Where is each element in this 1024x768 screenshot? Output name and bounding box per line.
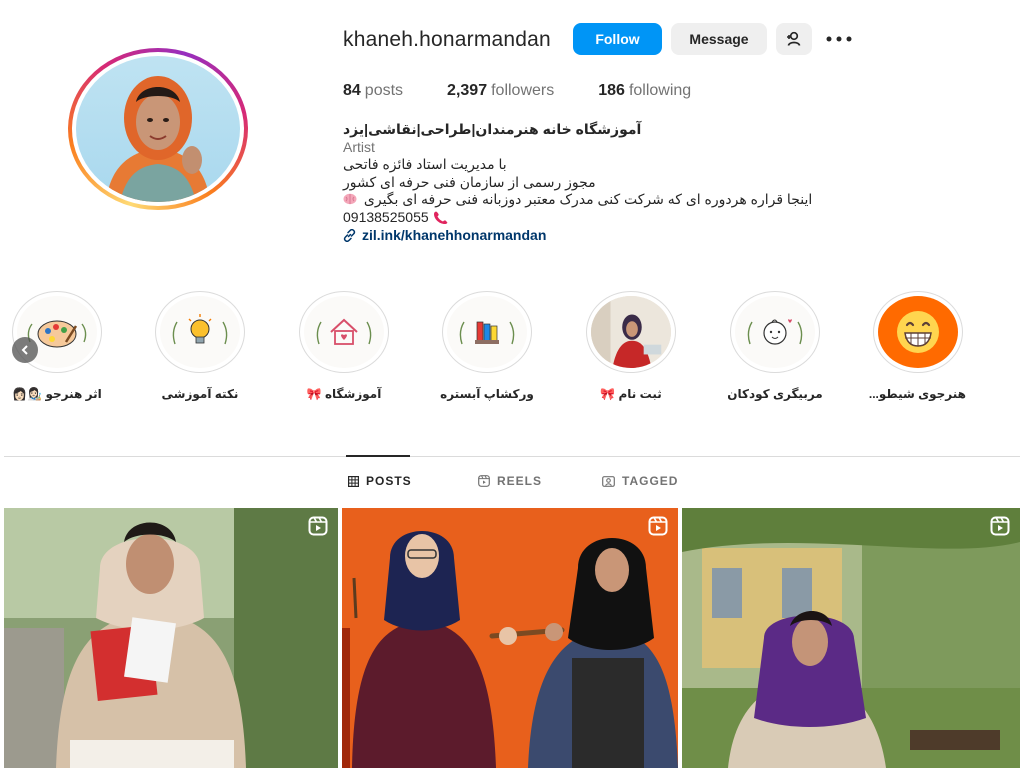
highlights-scroll-left-button[interactable] <box>12 337 38 363</box>
post-image-2 <box>342 508 678 768</box>
highlight-label: ورکشاپ آبستره <box>440 387 534 401</box>
lightbulb-icon <box>172 314 228 345</box>
highlight-label: ثبت نام 🎀 <box>600 387 662 401</box>
posts-count: 84 <box>343 82 361 99</box>
profile-full-name: آموزشگاه خانه هنرمندان|طراحی|نقاشی|یزد <box>343 121 642 137</box>
phone-icon <box>433 211 447 224</box>
reels-icon <box>478 475 490 487</box>
link-icon <box>343 229 356 243</box>
add-user-icon <box>787 31 801 46</box>
followers-count: 2,397 <box>447 82 488 99</box>
tagged-icon <box>602 476 615 487</box>
profile-username: khaneh.honarmandan <box>343 28 551 51</box>
avatar-photo <box>76 56 240 202</box>
posts-label: posts <box>364 82 404 99</box>
followers-label: followers <box>491 82 555 99</box>
suggest-users-button[interactable] <box>776 23 812 55</box>
post-tile-3[interactable] <box>682 508 1020 768</box>
bio-line-1: با مدیریت استاد فائزه فاتحی <box>343 156 507 172</box>
post-tile-2[interactable] <box>342 508 678 768</box>
post-tile-1[interactable] <box>4 508 338 768</box>
highlight-abstract-workshop[interactable]: ورکشاپ آبستره <box>439 291 535 401</box>
profile-link-text: zil.ink/khanehhonarmandan <box>362 227 547 243</box>
student-photo <box>591 296 671 368</box>
profile-avatar[interactable] <box>68 48 248 210</box>
profile-bio: آموزشگاه خانه هنرمندان|طراحی|نقاشی|یزد A… <box>343 121 833 245</box>
highlight-educational-tips[interactable]: نکته آموزشی <box>152 291 248 401</box>
reel-badge-icon <box>990 516 1010 541</box>
tab-tagged[interactable]: TAGGED <box>602 474 678 488</box>
more-icon <box>826 36 852 42</box>
tab-label: POSTS <box>366 474 412 488</box>
chevron-left-icon <box>21 345 28 355</box>
tab-posts[interactable]: POSTS <box>348 474 412 488</box>
tabs-divider <box>4 456 1020 457</box>
paint-swatches-icon <box>459 321 515 345</box>
tab-label: REELS <box>497 474 543 488</box>
bio-line-2: مجوز رسمی از سازمان فنی حرفه ای کشور <box>343 173 596 190</box>
bio-line-3: اینجا قراره هردوره ای که شرکت کنی مدرک م… <box>363 191 813 207</box>
tab-reels[interactable]: REELS <box>478 474 542 488</box>
reel-badge-icon <box>308 516 328 541</box>
highlight-label: هنرجوی شیطو... <box>868 387 966 401</box>
message-button[interactable]: Message <box>671 23 767 55</box>
profile-link[interactable]: zil.ink/khanehhonarmandan <box>343 227 833 245</box>
highlight-label: مربیگری کودکان <box>727 387 823 401</box>
grinning-emoji <box>897 311 939 353</box>
baby-face-icon <box>747 319 803 345</box>
following-label: following <box>628 82 692 99</box>
profile-stats: 84 posts 2,397 followers 186 following <box>343 82 735 100</box>
highlight-label: نکته آموزشی <box>161 387 239 401</box>
highlight-child-coaching[interactable]: مربیگری کودکان <box>727 291 823 401</box>
post-image-3 <box>682 508 1020 768</box>
tab-label: TAGGED <box>622 474 679 488</box>
highlight-label: اثر هنرجو 👩🏻‍🎨👩🏻 <box>12 387 102 401</box>
bio-phone-row: 09138525055 <box>343 209 833 227</box>
highlight-mischievous-student[interactable]: هنرجوی شیطو... <box>868 291 966 401</box>
bio-phone: 09138525055 <box>343 208 429 225</box>
reel-badge-icon <box>648 516 668 541</box>
highlight-academy[interactable]: آموزشگاه 🎀 <box>296 291 392 401</box>
highlight-label: آموزشگاه 🎀 <box>306 387 382 401</box>
profile-category: Artist <box>343 138 375 155</box>
brain-icon <box>343 193 357 205</box>
house-icon <box>316 318 372 345</box>
followers-stat[interactable]: 2,397 followers <box>447 82 554 100</box>
posts-stat: 84 posts <box>343 82 403 100</box>
grid-icon <box>348 475 359 487</box>
more-options-button[interactable] <box>824 29 854 49</box>
following-stat[interactable]: 186 following <box>598 82 691 100</box>
highlight-registration[interactable]: ثبت نام 🎀 <box>583 291 679 401</box>
bio-line-3-row: اینجا قراره هردوره ای که شرکت کنی مدرک م… <box>343 191 833 209</box>
post-image-1 <box>4 508 338 768</box>
follow-button[interactable]: Follow <box>573 23 662 55</box>
active-tab-indicator <box>346 455 410 457</box>
following-count: 186 <box>598 82 625 99</box>
